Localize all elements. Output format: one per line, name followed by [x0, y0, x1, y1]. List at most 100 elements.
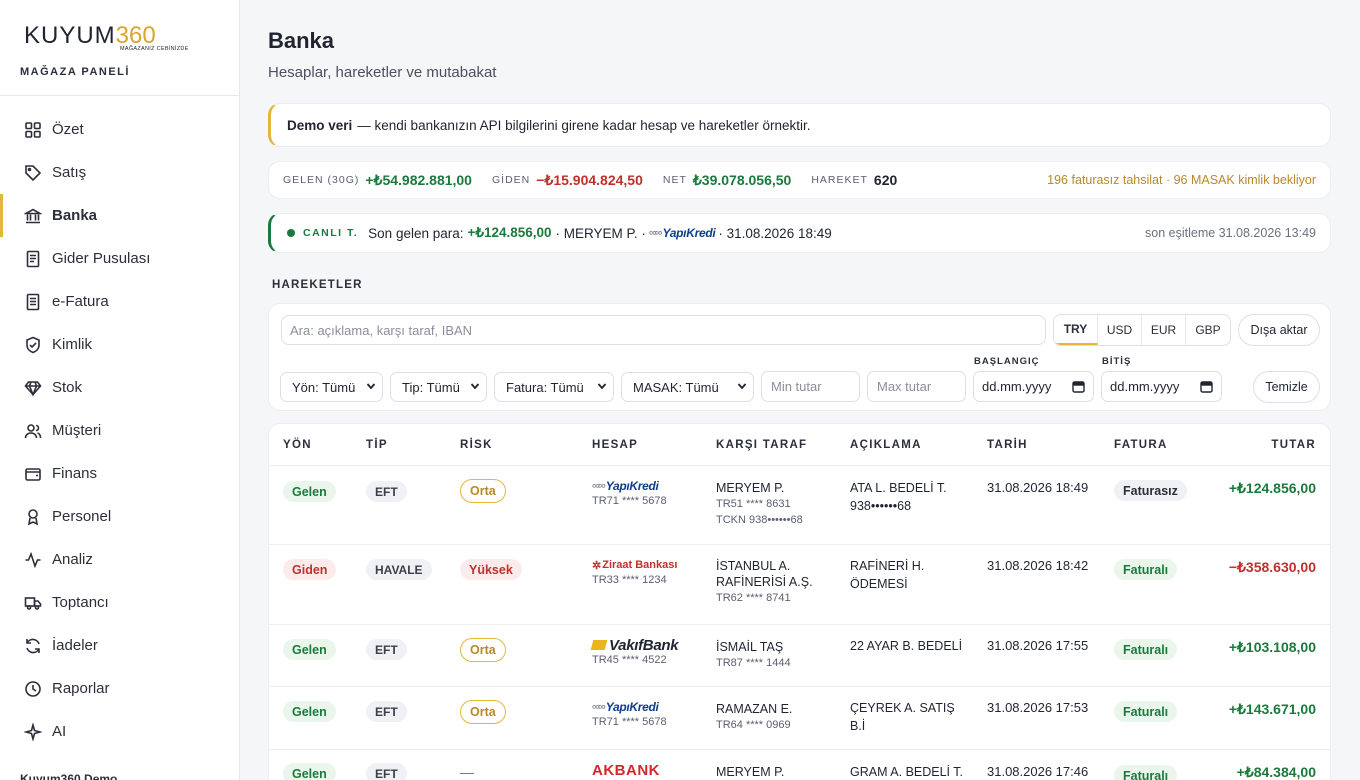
- table-row[interactable]: Gelen EFT Orta VakıfBank TR45 **** 4522 …: [269, 625, 1330, 687]
- amount-cell: +₺84.384,00: [1236, 764, 1316, 780]
- export-button[interactable]: Dışa aktar: [1238, 314, 1320, 346]
- counterparty-tckn: TCKN 938••••••68: [716, 514, 803, 526]
- counterparty-iban: TR64 **** 0969: [716, 719, 791, 731]
- incoming-label: GELEN (30G): [283, 174, 360, 186]
- chevron-down-icon: [470, 383, 480, 390]
- end-date-label: BİTİŞ: [1102, 356, 1132, 367]
- sidebar-item-analiz[interactable]: Analiz: [0, 538, 239, 581]
- max-amount-input[interactable]: [867, 371, 966, 402]
- date-cell: 31.08.2026 18:49: [987, 480, 1089, 495]
- sidebar-item-ai[interactable]: AI: [0, 710, 239, 753]
- calendar-icon: [1072, 381, 1085, 393]
- currency-usd[interactable]: USD: [1098, 315, 1142, 345]
- col-hesap[interactable]: HESAP: [592, 439, 638, 451]
- demo-notice-text: — kendi bankanızın API bilgilerini giren…: [357, 117, 811, 133]
- type-badge: EFT: [366, 701, 407, 722]
- type-badge: HAVALE: [366, 559, 432, 580]
- bank-name: YapıKredi: [605, 479, 659, 493]
- sidebar-item-ozet[interactable]: Özet: [0, 108, 239, 151]
- clock-icon: [24, 680, 42, 698]
- counterparty-iban: TR51 **** 8631: [716, 498, 791, 510]
- counterparty-cell: MERYEM P.: [716, 764, 784, 780]
- live-label: CANLI T.: [303, 227, 359, 239]
- end-date-input[interactable]: dd.mm.yyyy: [1101, 371, 1222, 402]
- page-subtitle: Hesaplar, hareketler ve mutabakat: [268, 64, 497, 81]
- invoice-select[interactable]: Fatura: Tümü: [494, 372, 614, 402]
- sidebar-item-banka[interactable]: Banka: [0, 194, 239, 237]
- sync-status: son eşitleme 31.08.2026 13:49: [1145, 226, 1316, 240]
- currency-gbp[interactable]: GBP: [1186, 315, 1230, 345]
- sidebar-item-satis[interactable]: Satış: [0, 151, 239, 194]
- invoice-badge: Faturalı: [1114, 701, 1178, 722]
- diamond-icon: [24, 379, 42, 397]
- sidebar-item-label: Stok: [52, 379, 83, 396]
- masak-select-value: MASAK: Tümü: [633, 379, 719, 395]
- search-input[interactable]: [281, 315, 1046, 345]
- col-tutar[interactable]: TUTAR: [1271, 439, 1316, 451]
- masak-select[interactable]: MASAK: Tümü: [621, 372, 754, 402]
- table-row[interactable]: Gelen EFT Orta ∞∞ YapıKredi TR71 **** 567…: [269, 687, 1330, 750]
- logo-tagline: MAĞAZANIZ CEBİNİZDE: [120, 46, 189, 52]
- start-date-input[interactable]: dd.mm.yyyy: [973, 371, 1094, 402]
- col-risk[interactable]: RİSK: [460, 439, 493, 451]
- sidebar: KUYUM 360 MAĞAZANIZ CEBİNİZDE MAĞAZA PANE…: [0, 0, 240, 780]
- sidebar-item-gider-pusulasi[interactable]: Gider Pusulası: [0, 237, 239, 280]
- table-row[interactable]: Giden HAVALE Yüksek ✲ Ziraat Bankası TR33…: [269, 545, 1330, 625]
- sidebar-item-raporlar[interactable]: Raporlar: [0, 667, 239, 710]
- sidebar-item-kimlik[interactable]: Kimlik: [0, 323, 239, 366]
- counterparty-iban: TR87 **** 1444: [716, 657, 791, 669]
- currency-eur[interactable]: EUR: [1142, 315, 1186, 345]
- table-row[interactable]: Gelen EFT — AKBANK MERYEM P. GRAM A. BED…: [269, 750, 1330, 780]
- risk-badge: Yüksek: [460, 559, 522, 580]
- sidebar-item-stok[interactable]: Stok: [0, 366, 239, 409]
- description-line: ATA L. BEDELİ T.: [850, 481, 947, 495]
- description-line: 22 AYAR B. BEDELİ: [850, 639, 963, 653]
- ziraat-logo: ✲ Ziraat Bankası: [592, 557, 677, 573]
- sidebar-item-musteri[interactable]: Müşteri: [0, 409, 239, 452]
- col-aciklama[interactable]: AÇIKLAMA: [850, 439, 922, 451]
- sidebar-item-label: Müşteri: [52, 422, 102, 439]
- yapikredi-rings-icon: ∞∞: [648, 227, 663, 239]
- stats-warning[interactable]: 196 faturasız tahsilat · 96 MASAK kimlik…: [1047, 173, 1316, 187]
- direction-badge: Giden: [283, 559, 337, 580]
- counterparty-name-line2: RAFİNERİSİ A.Ş.: [716, 575, 813, 589]
- outgoing-label: GİDEN: [491, 174, 531, 186]
- col-karsi-taraf[interactable]: KARŞI TARAF: [716, 439, 807, 451]
- risk-empty: —: [460, 764, 474, 780]
- description-cell: RAFİNERİ H. ÖDEMESİ: [850, 557, 924, 593]
- col-tip[interactable]: TİP: [366, 439, 388, 451]
- sidebar-item-toptanci[interactable]: Toptancı: [0, 581, 239, 624]
- description-cell: GRAM A. BEDELİ T.: [850, 763, 963, 780]
- sidebar-item-iadeler[interactable]: İadeler: [0, 624, 239, 667]
- sidebar-item-finans[interactable]: Finans: [0, 452, 239, 495]
- counterparty-cell: RAMAZAN E. TR64 **** 0969: [716, 701, 792, 733]
- sidebar-item-personel[interactable]: Personel: [0, 495, 239, 538]
- stats-bar: GELEN (30G) +₺54.982.881,00 GİDEN −₺15.9…: [268, 161, 1331, 199]
- end-date-value: dd.mm.yyyy: [1110, 379, 1180, 394]
- account-cell: AKBANK: [592, 762, 660, 779]
- description-line: RAFİNERİ H.: [850, 559, 925, 573]
- clear-button[interactable]: Temizle: [1253, 371, 1320, 403]
- col-tarih[interactable]: TARİH: [987, 439, 1028, 451]
- counterparty-name: RAMAZAN E.: [716, 702, 793, 716]
- col-yon[interactable]: YÖN: [283, 439, 312, 451]
- live-prefix: Son gelen para:: [368, 225, 464, 241]
- sidebar-item-e-fatura[interactable]: e-Fatura: [0, 280, 239, 323]
- counterparty-cell: MERYEM P. TR51 **** 8631 TCKN 938••••••6…: [716, 480, 803, 528]
- counterparty-cell: İSMAİL TAŞ TR87 **** 1444: [716, 639, 791, 671]
- type-select-value: Tip: Tümü: [402, 379, 460, 395]
- counterparty-iban: TR62 **** 8741: [716, 592, 791, 604]
- table-row[interactable]: Gelen EFT Orta ∞∞ YapıKredi TR71 **** 567…: [269, 466, 1330, 545]
- min-amount-input[interactable]: [761, 371, 860, 402]
- net-value: ₺39.078.056,50: [692, 171, 792, 188]
- invoice-icon: [24, 293, 42, 311]
- col-fatura[interactable]: FATURA: [1114, 439, 1168, 451]
- type-select[interactable]: Tip: Tümü: [390, 372, 487, 402]
- direction-select[interactable]: Yön: Tümü: [280, 372, 383, 402]
- sidebar-item-label: Kimlik: [52, 336, 92, 353]
- main-content: Banka Hesaplar, hareketler ve mutabakat …: [268, 0, 1331, 780]
- chevron-down-icon: [737, 383, 747, 390]
- currency-try[interactable]: TRY: [1054, 315, 1098, 345]
- direction-badge: Gelen: [283, 763, 336, 780]
- description-line: 938••••••68: [850, 499, 912, 513]
